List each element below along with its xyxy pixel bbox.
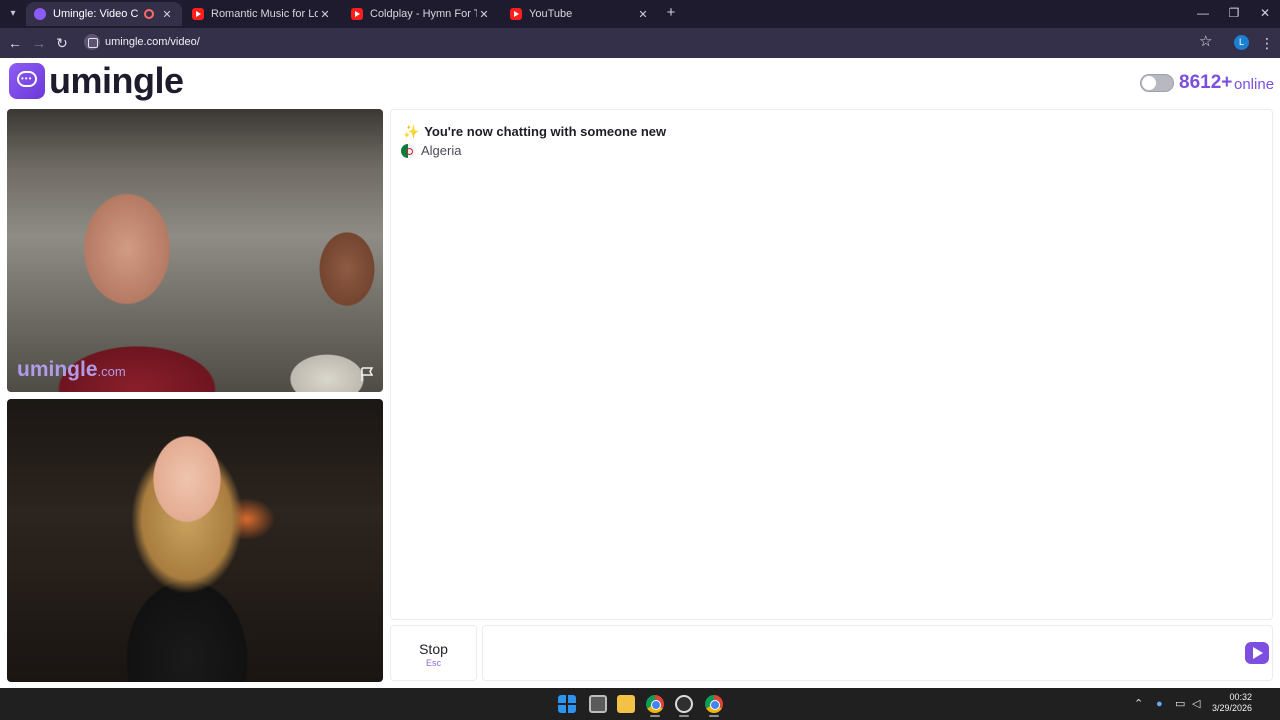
tab-label: Romantic Music for Love Night [211, 8, 318, 20]
youtube-favicon-icon [351, 8, 363, 20]
profile-avatar[interactable]: L [1234, 35, 1249, 50]
close-tab-icon[interactable]: ✕ [160, 8, 174, 21]
site-info-icon[interactable] [84, 34, 100, 50]
umingle-logo-icon[interactable]: ••• [9, 63, 45, 99]
restore-icon[interactable]: ❐ [1227, 5, 1241, 21]
report-flag-icon[interactable] [359, 366, 375, 382]
tab-umingle[interactable]: Umingle: Video Chat with S ✕ [26, 2, 182, 26]
running-indicator [709, 715, 719, 717]
tray-overflow-chevron-icon[interactable]: ⌃ [1134, 696, 1143, 712]
stop-button-label: Stop [419, 641, 448, 657]
address-bar[interactable]: umingle.com/video/ [105, 36, 200, 48]
youtube-favicon-icon [510, 8, 522, 20]
browser-menu-icon[interactable]: ⋮ [1260, 34, 1274, 52]
chrome-profile-icon[interactable] [705, 695, 723, 713]
system-message: ✨ You're now chatting with someone new [403, 124, 667, 139]
send-message-button[interactable] [1245, 642, 1269, 664]
os-taskbar [0, 688, 1280, 720]
online-label: online [1234, 76, 1275, 93]
chrome-icon[interactable] [646, 695, 664, 713]
stop-shortcut-hint: Esc [425, 658, 441, 668]
clock-date: 3/29/2026 [1211, 703, 1252, 713]
online-count: 8612+ [1179, 72, 1233, 93]
tab-search-chevron-icon[interactable]: ▾ [5, 6, 21, 22]
tab-coldplay[interactable]: Coldplay - Hymn For The Week ✕ [343, 2, 499, 26]
stop-button[interactable]: Stop Esc [390, 625, 477, 681]
close-tab-icon[interactable]: ✕ [477, 8, 491, 21]
site-logo-text[interactable]: umingle [49, 60, 184, 102]
tab-label: Umingle: Video Chat with S [53, 8, 138, 20]
browser-toolbar: ← → ↻ umingle.com/video/ ☆ L ⋮ [0, 28, 1280, 58]
close-window-icon[interactable]: ✕ [1258, 5, 1272, 21]
back-arrow-icon[interactable]: ← [6, 34, 24, 52]
tab-youtube[interactable]: YouTube ✕ [502, 2, 658, 26]
stranger-video: umingle.com [7, 109, 383, 392]
stranger-country: Algeria [401, 143, 461, 158]
message-input[interactable] [482, 625, 1273, 681]
tab-romantic-music[interactable]: Romantic Music for Love Night ✕ [184, 2, 340, 26]
youtube-favicon-icon [192, 8, 204, 20]
recording-indicator-icon [144, 9, 154, 19]
bookmark-star-icon[interactable]: ☆ [1199, 33, 1212, 51]
tab-label: YouTube [529, 8, 573, 20]
close-tab-icon[interactable]: ✕ [636, 8, 650, 21]
microphone-icon[interactable]: ● [1156, 696, 1163, 712]
windows-start-icon[interactable] [558, 695, 576, 713]
network-icon[interactable]: ▭ [1175, 696, 1185, 712]
reload-icon[interactable]: ↻ [53, 34, 71, 52]
system-clock[interactable]: 00:32 3/29/2026 [1200, 692, 1252, 714]
tab-label: Coldplay - Hymn For The Week [370, 8, 477, 20]
self-video [7, 399, 383, 682]
new-tab-plus-icon[interactable]: + [664, 5, 678, 21]
video-watermark: umingle.com [17, 358, 126, 381]
chat-log [390, 109, 1273, 620]
sparkles-icon: ✨ [403, 124, 420, 139]
file-explorer-icon[interactable] [617, 695, 635, 713]
theme-toggle[interactable] [1140, 74, 1174, 92]
browser-tab-bar: ▾ Umingle: Video Chat with S ✕ Romantic … [0, 0, 1280, 28]
umingle-favicon-icon [34, 8, 46, 20]
running-indicator [679, 715, 689, 717]
minimize-icon[interactable]: — [1196, 5, 1210, 21]
close-tab-icon[interactable]: ✕ [318, 8, 332, 21]
clock-time: 00:32 [1229, 692, 1252, 702]
task-view-icon[interactable] [589, 695, 607, 713]
algeria-flag-icon [401, 143, 415, 158]
obs-icon[interactable] [675, 695, 693, 713]
running-indicator [650, 715, 660, 717]
forward-arrow-icon[interactable]: → [30, 34, 48, 52]
country-name: Algeria [421, 143, 462, 158]
